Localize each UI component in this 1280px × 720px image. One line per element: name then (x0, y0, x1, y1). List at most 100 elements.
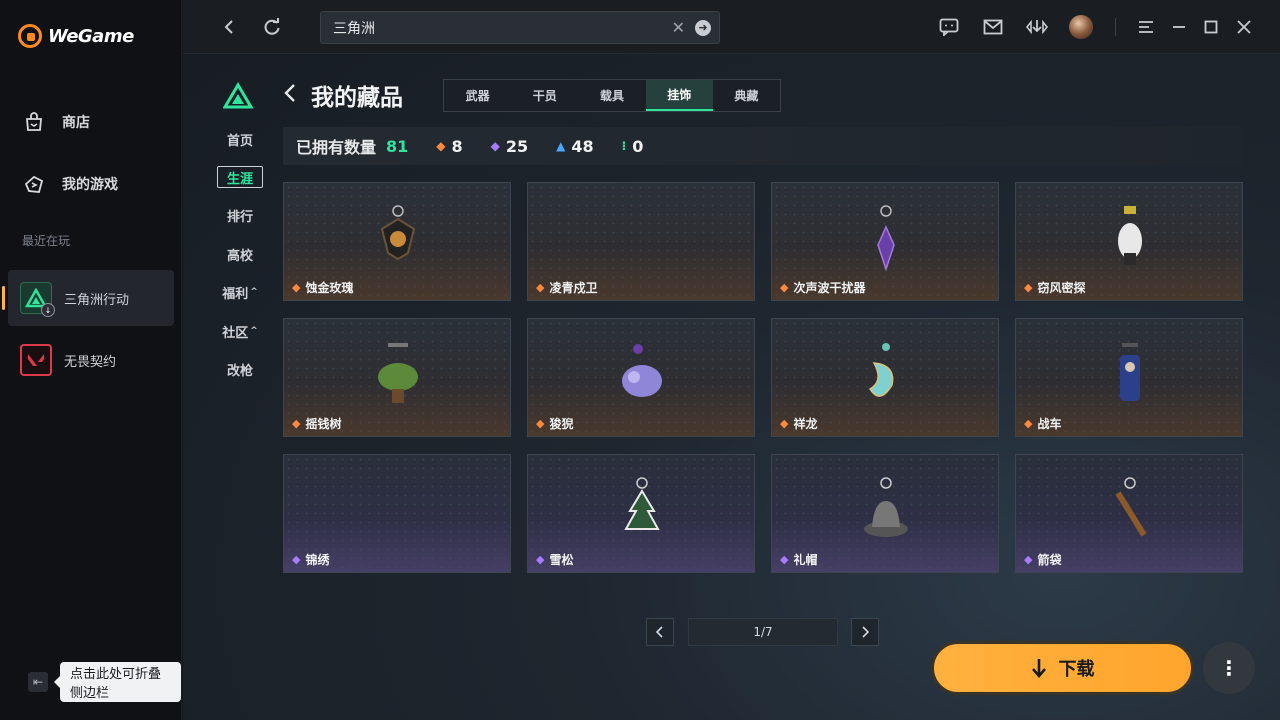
close-button[interactable] (1232, 15, 1256, 39)
maximize-button[interactable] (1199, 15, 1223, 39)
charm-card[interactable]: ◆ 凌青戍卫 (527, 182, 755, 301)
charm-wind-spy-icon (1100, 205, 1160, 275)
valorant-icon (20, 344, 52, 376)
tab-collection[interactable]: 典藏 (713, 80, 780, 111)
chat-button[interactable] (937, 15, 961, 39)
caret-up-icon: ^ (250, 287, 258, 297)
charm-card[interactable]: ◆ 摇钱树 (283, 318, 511, 437)
search-input[interactable]: 三角洲 ✕ ➜ (320, 11, 720, 44)
rarity-count-purple: ◆ 25 (490, 136, 529, 156)
charm-money-tree-icon (368, 341, 428, 411)
charm-suanni-icon (612, 341, 672, 411)
collapse-sidebar-button[interactable]: ⇤ (28, 672, 48, 692)
rarity-orange-icon: ◆ (436, 139, 446, 153)
minimize-button[interactable] (1167, 15, 1191, 39)
topbar: 三角洲 ✕ ➜ (183, 0, 1280, 54)
recent-game-delta-force[interactable]: ↓ 三角洲行动 (2, 270, 174, 326)
rarity-orange-icon: ◆ (292, 417, 301, 430)
tab-weapons[interactable]: 武器 (444, 80, 511, 111)
charm-name: ◆ 战车 (1024, 417, 1062, 431)
sidebar-item-my-games[interactable]: 我的游戏 (22, 172, 118, 196)
owned-label: 已拥有数量 (296, 138, 377, 157)
rarity-orange-icon: ◆ (536, 281, 545, 294)
chevron-right-icon (862, 626, 869, 638)
charm-snow-pine-icon (612, 477, 672, 547)
charm-card[interactable]: ◆ 狻猊 (527, 318, 755, 437)
game-nav-college[interactable]: 高校 (217, 243, 263, 265)
recent-game-valorant[interactable]: 无畏契约 (8, 332, 174, 388)
refresh-button[interactable] (260, 15, 284, 39)
download-button[interactable]: 下载 (931, 641, 1194, 695)
recent-game-label: 无畏契约 (64, 354, 117, 370)
game-nav-ranking[interactable]: 排行 (217, 204, 263, 226)
charm-card[interactable]: ◆ 礼帽 (771, 454, 999, 573)
rarity-blue-icon: ▲ (556, 139, 566, 153)
charm-card[interactable]: ◆ 窃风密探 (1015, 182, 1243, 301)
back-button[interactable] (217, 15, 241, 39)
download-manager-button[interactable] (1025, 15, 1049, 39)
game-nav-career[interactable]: 生涯 (217, 166, 263, 188)
charm-card[interactable]: ◆ 箭袋 (1015, 454, 1243, 573)
charm-brocade-icon (368, 477, 428, 547)
more-options-button[interactable]: ⋮ (1203, 642, 1255, 694)
tab-charms[interactable]: 挂饰 (645, 80, 713, 111)
menu-button[interactable] (1134, 15, 1158, 39)
next-page-button[interactable] (851, 618, 879, 646)
page-indicator: 1/7 (688, 618, 838, 646)
charm-auspicious-dragon-icon (856, 341, 916, 411)
more-vertical-icon: ⋮ (1219, 656, 1239, 680)
topbar-divider (1115, 18, 1116, 36)
charm-name: ◆ 箭袋 (1024, 553, 1062, 567)
charm-card[interactable]: ◆ 雪松 (527, 454, 755, 573)
rarity-purple-icon: ◆ (292, 553, 301, 566)
charm-name: ◆ 摇钱树 (292, 417, 342, 431)
charm-cyan-guard-icon (612, 205, 672, 275)
rarity-count-green: ⁝ 0 (621, 136, 644, 156)
clear-search-icon[interactable]: ✕ (672, 18, 685, 37)
rarity-purple-icon: ◆ (780, 553, 789, 566)
store-icon (22, 110, 46, 134)
charm-name: ◆ 蚀金玫瑰 (292, 281, 354, 295)
charm-name: ◆ 雪松 (536, 553, 574, 567)
charm-card[interactable]: ◆ 祥龙 (771, 318, 999, 437)
charm-name: ◆ 锦绣 (292, 553, 330, 567)
refresh-icon (264, 18, 280, 35)
rarity-purple-icon: ◆ (490, 139, 500, 153)
rarity-orange-icon: ◆ (780, 417, 789, 430)
recent-label: 最近在玩 (22, 234, 71, 248)
charm-card[interactable]: ◆ 战车 (1015, 318, 1243, 437)
game-nav-gunsmith[interactable]: 改枪 (217, 358, 263, 380)
wegame-logo-icon (18, 24, 42, 48)
wegame-window: WeGame 商店 我的游戏 最近在玩 ↓ 三角洲行动 无畏契约 ⇤ 点击此处可… (0, 0, 1280, 720)
tab-vehicles[interactable]: 载具 (578, 80, 645, 111)
game-nav-welfare[interactable]: 福利 ^ (217, 281, 263, 303)
collection-back-button[interactable] (283, 82, 297, 110)
game-nav-home[interactable]: 首页 (217, 128, 263, 150)
mail-icon (983, 19, 1003, 35)
rarity-count-blue: ▲ 48 (556, 136, 594, 156)
game-nav-community[interactable]: 社区 ^ (217, 320, 263, 342)
charm-card[interactable]: ◆ 锦绣 (283, 454, 511, 573)
charm-card[interactable]: ◆ 蚀金玫瑰 (283, 182, 511, 301)
sidebar-item-label: 商店 (62, 115, 90, 131)
rarity-orange-icon: ◆ (292, 281, 301, 294)
rarity-purple-icon: ◆ (1024, 553, 1033, 566)
charm-infrasound-jammer-icon (856, 205, 916, 275)
charm-quiver-icon (1100, 477, 1160, 547)
mail-button[interactable] (981, 15, 1005, 39)
tab-operators[interactable]: 干员 (511, 80, 578, 111)
rarity-count-orange: ◆ 8 (436, 136, 463, 156)
user-avatar[interactable] (1069, 15, 1093, 39)
prev-page-button[interactable] (646, 618, 674, 646)
download-manager-icon (1026, 19, 1048, 35)
sidebar-item-store[interactable]: 商店 (22, 110, 90, 134)
download-badge-icon: ↓ (41, 303, 55, 317)
collapse-icon: ⇤ (32, 675, 44, 689)
charm-card[interactable]: ◆ 次声波干扰器 (771, 182, 999, 301)
search-go-icon[interactable]: ➜ (695, 19, 711, 36)
chevron-left-icon (284, 84, 295, 102)
rarity-orange-icon: ◆ (1024, 417, 1033, 430)
caret-up-icon: ^ (250, 326, 258, 336)
wegame-logo[interactable]: WeGame (18, 24, 134, 48)
delta-force-logo-icon[interactable] (222, 82, 254, 110)
